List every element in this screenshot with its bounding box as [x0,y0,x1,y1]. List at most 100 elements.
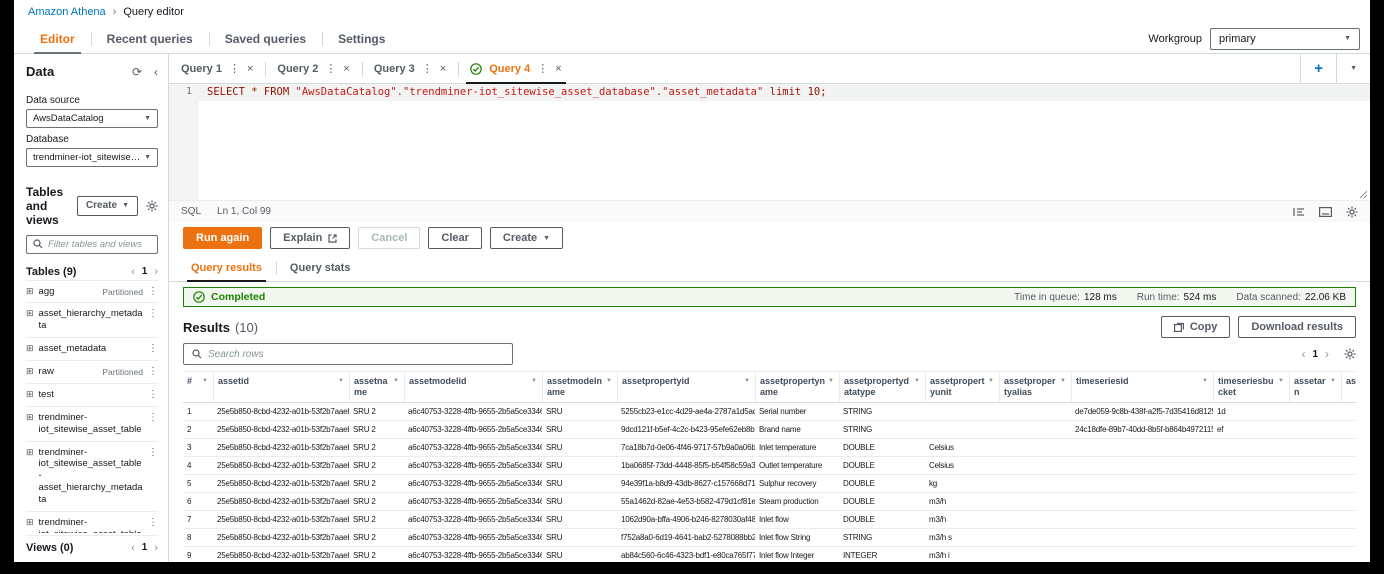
kebab-icon[interactable]: ⋮ [325,62,336,75]
column-header-timeseriesbucket[interactable]: timeseriesbucket▼ [1213,372,1289,402]
query-tab-query-1[interactable]: Query 1⋮× [169,54,265,83]
kebab-icon[interactable]: ⋮ [148,308,158,319]
column-header-assetpropertyunit[interactable]: assetpropertyunit▼ [925,372,999,402]
table-item[interactable]: ⊞rawPartitioned⋮ [26,360,158,383]
expand-icon[interactable]: ⊞ [26,389,34,401]
sql-code-line[interactable]: SELECT * FROM "AwsDataCatalog"."trendmin… [199,84,1370,200]
tab-settings[interactable]: Settings [322,24,401,53]
column-header-num[interactable]: #▼ [183,372,213,402]
column-header-timeseriesid[interactable]: timeseriesid▼ [1071,372,1213,402]
kebab-icon[interactable]: ⋮ [148,447,158,458]
filter-icon[interactable]: ▼ [202,378,208,386]
expand-icon[interactable]: ⊞ [26,343,34,355]
new-query-tab-button[interactable]: + [1300,54,1336,83]
filter-icon[interactable]: ▼ [1330,378,1336,386]
table-row[interactable]: 725e5b850-8cbd-4232-a01b-53f2b7aaeb67SRU… [183,511,1356,529]
filter-icon[interactable]: ▼ [1202,378,1208,386]
close-icon[interactable]: × [247,63,253,75]
table-row[interactable]: 425e5b850-8cbd-4232-a01b-53f2b7aaeb67SRU… [183,457,1356,475]
clear-button[interactable]: Clear [428,227,482,249]
kebab-icon[interactable]: ⋮ [148,286,158,297]
table-row[interactable]: 125e5b850-8cbd-4232-a01b-53f2b7aaeb67SRU… [183,403,1356,421]
expand-icon[interactable]: ⊞ [26,412,34,424]
filter-icon[interactable]: ▼ [1278,378,1284,386]
page-number[interactable]: 1 [142,266,148,277]
collapse-panel-icon[interactable]: ‹ [154,66,158,78]
kebab-icon[interactable]: ⋮ [422,62,433,75]
tab-query-results[interactable]: Query results [177,254,276,281]
filter-icon[interactable]: ▼ [531,378,537,386]
kebab-icon[interactable]: ⋮ [537,62,548,75]
filter-icon[interactable]: ▼ [393,378,399,386]
column-header-assetpropertydatatype[interactable]: assetpropertydatatype▼ [839,372,925,402]
copy-button[interactable]: Copy [1161,316,1231,338]
page-number[interactable]: 1 [142,542,148,553]
query-tab-query-3[interactable]: Query 3⋮× [362,54,458,83]
sql-editor[interactable]: 1 SELECT * FROM "AwsDataCatalog"."trendm… [169,84,1370,200]
breadcrumb-athena-link[interactable]: Amazon Athena [28,6,106,18]
expand-icon[interactable]: ⊞ [26,517,34,529]
column-header-assetarn[interactable]: assetarn▼ [1289,372,1341,402]
create-button[interactable]: Create ▼ [77,196,138,216]
table-row[interactable]: 225e5b850-8cbd-4232-a01b-53f2b7aaeb67SRU… [183,421,1356,439]
format-lines-icon[interactable] [1293,207,1305,217]
query-tab-query-4[interactable]: Query 4⋮× [458,54,573,83]
kebab-icon[interactable]: ⋮ [148,389,158,400]
column-header-assetid[interactable]: assetid▼ [213,372,349,402]
filter-tables-input[interactable] [48,239,151,250]
gear-icon[interactable] [146,200,158,212]
gear-icon[interactable] [1344,348,1356,360]
tab-recent-queries[interactable]: Recent queries [91,24,209,53]
create-dropdown-button[interactable]: Create ▼ [490,227,563,249]
next-page-icon[interactable]: › [154,542,158,554]
keyboard-shortcuts-icon[interactable] [1319,207,1332,217]
expand-icon[interactable]: ⊞ [26,366,34,378]
filter-icon[interactable]: ▼ [988,378,994,386]
filter-icon[interactable]: ▼ [338,378,344,386]
expand-icon[interactable]: ⊞ [26,308,34,320]
table-item[interactable]: ⊞trendminer-iot_sitewise_asset_table⋮ [26,406,158,441]
table-item[interactable]: ⊞asset_hierarchy_metadata⋮ [26,302,158,337]
table-row[interactable]: 325e5b850-8cbd-4232-a01b-53f2b7aaeb67SRU… [183,439,1356,457]
column-header-assetpropertyalias[interactable]: assetpropertyalias▼ [999,372,1071,402]
kebab-icon[interactable]: ⋮ [148,343,158,354]
column-header-assetmodelid[interactable]: assetmodelid▼ [404,372,542,402]
kebab-icon[interactable]: ⋮ [148,517,158,528]
search-rows-input[interactable] [208,349,504,360]
next-page-icon[interactable]: › [154,266,158,278]
prev-page-icon[interactable]: ‹ [131,266,135,278]
next-page-icon[interactable]: › [1325,347,1329,361]
gear-icon[interactable] [1346,206,1358,218]
table-item[interactable]: ⊞trendminer-iot_sitewise_asset_table-met… [26,511,158,533]
close-icon[interactable]: × [555,63,561,75]
prev-page-icon[interactable]: ‹ [131,542,135,554]
table-row[interactable]: 525e5b850-8cbd-4232-a01b-53f2b7aaeb67SRU… [183,475,1356,493]
table-item[interactable]: ⊞asset_metadata⋮ [26,337,158,360]
column-header-assetmodelname[interactable]: assetmodelname▼ [542,372,617,402]
refresh-icon[interactable]: ⟳ [132,66,142,78]
column-header-assetname[interactable]: assetname▼ [349,372,404,402]
resize-handle-icon[interactable] [1358,189,1367,198]
filter-icon[interactable]: ▼ [828,378,834,386]
table-row[interactable]: 825e5b850-8cbd-4232-a01b-53f2b7aaeb67SRU… [183,529,1356,547]
column-header-assetpropertyname[interactable]: assetpropertyname▼ [755,372,839,402]
tab-saved-queries[interactable]: Saved queries [209,24,322,53]
page-number[interactable]: 1 [1312,349,1318,360]
filter-icon[interactable]: ▼ [1060,378,1066,386]
kebab-icon[interactable]: ⋮ [229,62,240,75]
expand-icon[interactable]: ⊞ [26,286,34,298]
query-tab-list-button[interactable]: ▼ [1336,54,1370,83]
column-header-asse[interactable]: asse▼ [1341,372,1356,402]
column-header-assetpropertyid[interactable]: assetpropertyid▼ [617,372,755,402]
query-tab-query-2[interactable]: Query 2⋮× [265,54,361,83]
table-item[interactable]: ⊞trendminer-iot_sitewise_asset_table-ass… [26,441,158,511]
filter-icon[interactable]: ▼ [606,378,612,386]
data-source-select[interactable]: AwsDataCatalog ▼ [26,109,158,128]
table-row[interactable]: 925e5b850-8cbd-4232-a01b-53f2b7aaeb67SRU… [183,547,1356,563]
download-results-button[interactable]: Download results [1238,316,1356,338]
close-icon[interactable]: × [343,63,349,75]
tab-editor[interactable]: Editor [24,24,91,53]
kebab-icon[interactable]: ⋮ [148,366,158,377]
filter-icon[interactable]: ▼ [914,378,920,386]
kebab-icon[interactable]: ⋮ [148,412,158,423]
